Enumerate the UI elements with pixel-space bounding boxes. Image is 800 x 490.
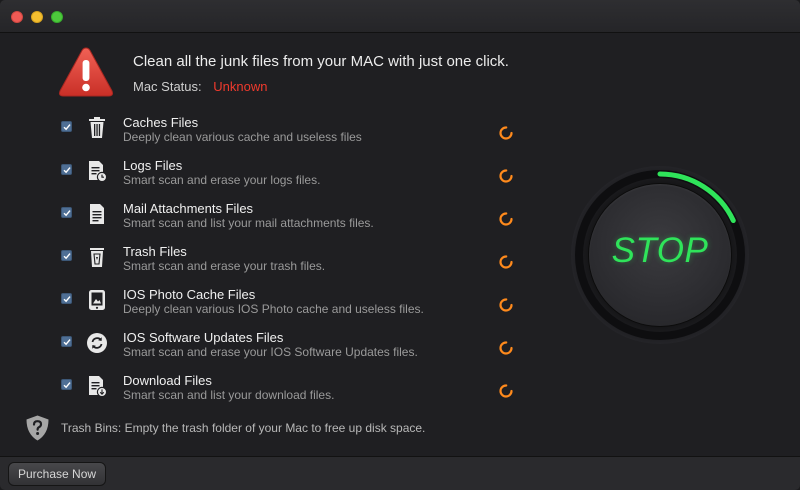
stop-button-label: STOP (611, 231, 709, 270)
scan-item-logs: Logs Files Smart scan and erase your log… (0, 156, 540, 199)
item-title: Caches Files (123, 115, 199, 130)
item-title: IOS Photo Cache Files (123, 287, 256, 302)
mac-status: Mac Status: Unknown (133, 79, 267, 94)
loading-spinner-icon (499, 212, 513, 226)
loading-spinner-icon (499, 298, 513, 312)
checkbox[interactable] (61, 379, 72, 390)
loading-spinner-icon (499, 255, 513, 269)
item-description: Deeply clean various cache and useless f… (123, 130, 362, 144)
tablet-icon (89, 290, 105, 310)
item-description: Deeply clean various IOS Photo cache and… (123, 302, 424, 316)
status-value: Unknown (213, 79, 268, 94)
checkbox[interactable] (61, 293, 72, 304)
item-title: Trash Files (123, 244, 187, 259)
checkbox[interactable] (61, 207, 72, 218)
scan-item-mail-attachments: Mail Attachments Files Smart scan and li… (0, 199, 540, 242)
item-title: Mail Attachments Files (123, 201, 254, 216)
log-file-icon (89, 161, 108, 183)
trash-bin-icon (89, 117, 105, 138)
warning-icon (58, 47, 114, 97)
item-description: Smart scan and list your download files. (123, 388, 335, 402)
download-file-icon (89, 376, 108, 398)
item-description: Smart scan and erase your trash files. (123, 259, 326, 273)
checkbox[interactable] (61, 336, 72, 347)
close-window-button[interactable] (11, 11, 23, 23)
shield-question-icon (26, 415, 49, 441)
status-label: Mac Status: (133, 79, 202, 94)
item-title: IOS Software Updates Files (123, 330, 284, 345)
item-description: Smart scan and erase your logs files. (123, 173, 321, 187)
loading-spinner-icon (499, 169, 513, 183)
title-bar (0, 0, 800, 33)
loading-spinner-icon (499, 341, 513, 355)
loading-spinner-icon (499, 384, 513, 398)
purchase-now-button[interactable]: Purchase Now (8, 462, 107, 486)
scan-item-ios-photo-cache: IOS Photo Cache Files Deeply clean vario… (0, 285, 540, 328)
item-title: Download Files (123, 373, 212, 388)
scan-item-downloads: Download Files Smart scan and list your … (0, 371, 540, 414)
scan-item-trash: Trash Files Smart scan and erase your tr… (0, 242, 540, 285)
document-icon (90, 204, 104, 224)
loading-spinner-icon (499, 126, 513, 140)
minimize-window-button[interactable] (31, 11, 43, 23)
item-description: Smart scan and list your mail attachment… (123, 216, 374, 230)
checkbox[interactable] (61, 250, 72, 261)
scan-item-ios-software-updates: IOS Software Updates Files Smart scan an… (0, 328, 540, 371)
tip-text: Trash Bins: Empty the trash folder of yo… (61, 421, 426, 435)
zoom-window-button[interactable] (51, 11, 63, 23)
app-window: Clean all the junk files from your MAC w… (0, 0, 800, 490)
checkbox[interactable] (61, 164, 72, 175)
checkbox[interactable] (61, 121, 72, 132)
stop-button[interactable]: STOP (589, 184, 731, 326)
item-title: Logs Files (123, 158, 183, 173)
scan-item-caches: Caches Files Deeply clean various cache … (0, 113, 540, 156)
item-description: Smart scan and erase your IOS Software U… (123, 345, 418, 359)
headline: Clean all the junk files from your MAC w… (133, 53, 509, 70)
refresh-icon (87, 333, 107, 353)
trash-can-icon (90, 248, 104, 267)
bottom-bar: Purchase Now (0, 456, 800, 490)
